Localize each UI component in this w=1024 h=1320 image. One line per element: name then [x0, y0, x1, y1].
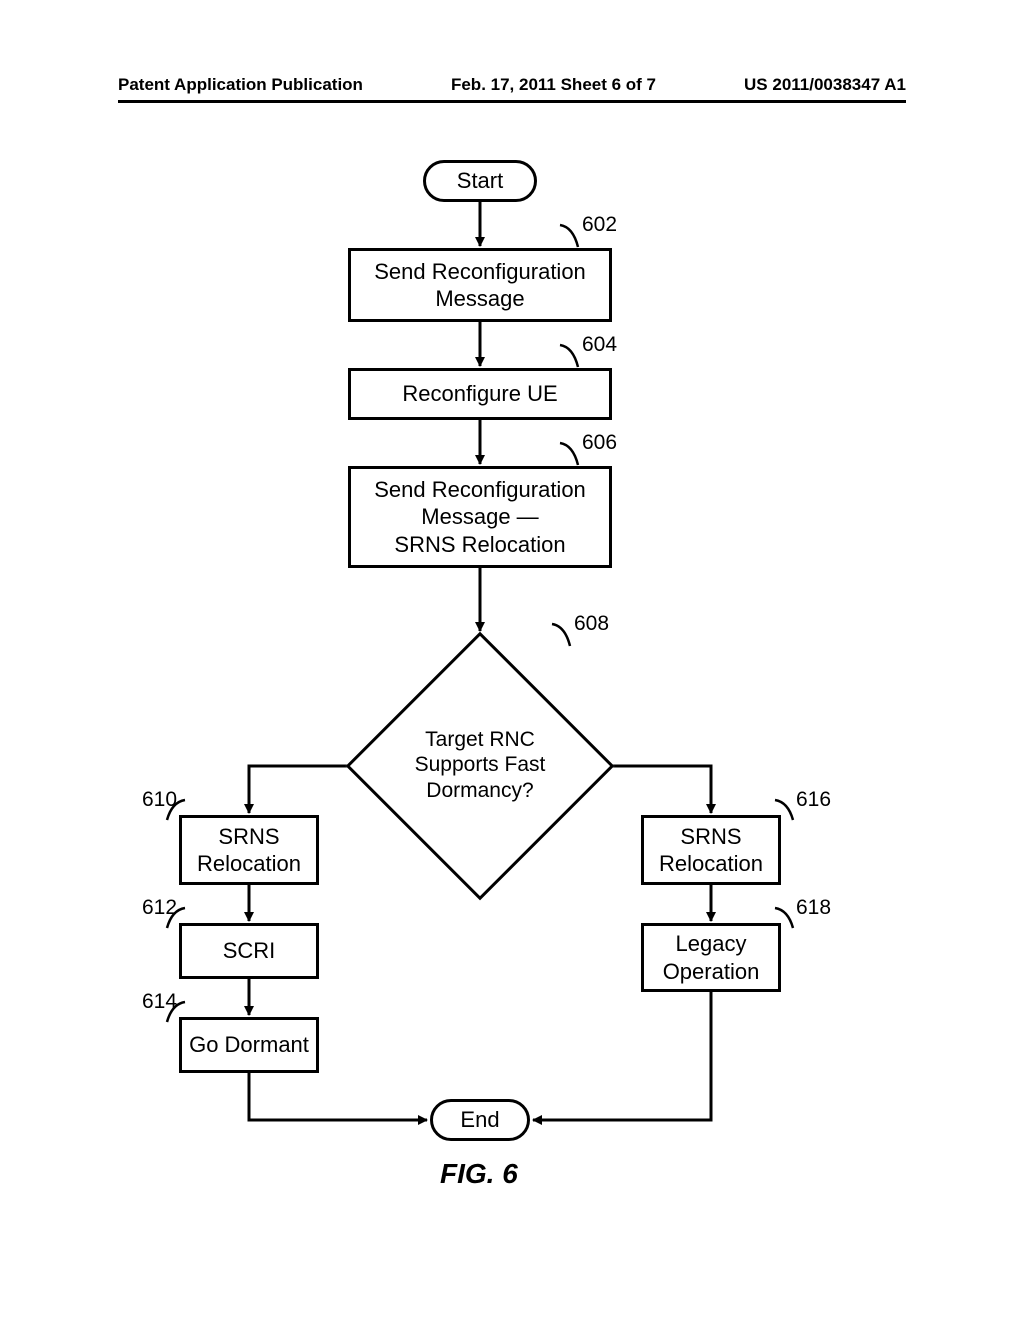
box-616: SRNS Relocation: [641, 815, 781, 885]
figure-caption: FIG. 6: [440, 1158, 518, 1190]
ref-614: 614: [142, 990, 177, 1014]
ref-616: 616: [796, 788, 831, 812]
ref-606: 606: [582, 431, 617, 455]
box-610: SRNS Relocation: [179, 815, 319, 885]
ref-608: 608: [574, 612, 609, 636]
box-602: Send Reconfiguration Message: [348, 248, 612, 322]
box-612-label: SCRI: [223, 937, 276, 965]
box-606: Send Reconfiguration Message — SRNS Relo…: [348, 466, 612, 568]
box-616-label: SRNS Relocation: [659, 823, 763, 878]
ref-612: 612: [142, 896, 177, 920]
ref-602: 602: [582, 213, 617, 237]
box-614-label: Go Dormant: [189, 1031, 309, 1059]
diagram-canvas: Patent Application Publication Feb. 17, …: [0, 0, 1024, 1320]
box-618-label: Legacy Operation: [663, 930, 760, 985]
box-614: Go Dormant: [179, 1017, 319, 1073]
box-602-label: Send Reconfiguration Message: [374, 258, 586, 313]
box-604: Reconfigure UE: [348, 368, 612, 420]
ref-604: 604: [582, 333, 617, 357]
box-606-label: Send Reconfiguration Message — SRNS Relo…: [374, 476, 586, 559]
end-label: End: [460, 1107, 499, 1133]
decision-608-text: Target RNC Supports Fast Dormancy?: [415, 727, 546, 803]
box-604-label: Reconfigure UE: [402, 380, 557, 408]
start-label: Start: [457, 168, 503, 194]
ref-618: 618: [796, 896, 831, 920]
ref-610: 610: [142, 788, 177, 812]
decision-608-label: Target RNC Supports Fast Dormancy?: [380, 715, 580, 815]
box-612: SCRI: [179, 923, 319, 979]
start-terminal: Start: [423, 160, 537, 202]
end-terminal: End: [430, 1099, 530, 1141]
box-618: Legacy Operation: [641, 923, 781, 992]
box-610-label: SRNS Relocation: [197, 823, 301, 878]
